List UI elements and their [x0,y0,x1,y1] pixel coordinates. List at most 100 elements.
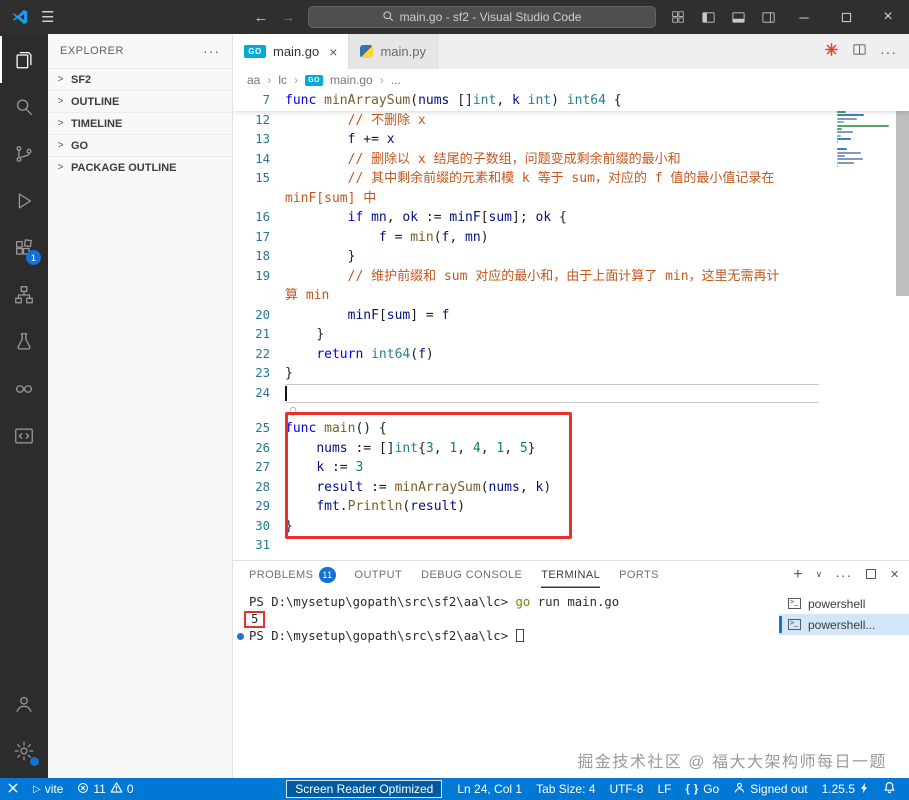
sidebar-section-go[interactable]: > GO [48,134,232,156]
close-tab-icon[interactable]: × [329,44,337,60]
split-editor-icon[interactable] [852,42,867,62]
sidebar-section-package-outline[interactable]: > PACKAGE OUTLINE [48,156,232,178]
notification-burst-icon[interactable] [824,42,839,62]
toggle-panel-icon[interactable] [723,0,753,34]
terminal-line[interactable]: PS D:\mysetup\gopath\src\sf2\aa\lc> go r… [237,594,779,611]
status-version[interactable]: 1.25.5 [815,778,876,800]
close-panel-icon[interactable]: × [890,566,899,583]
panel-tab-debug-console[interactable]: DEBUG CONSOLE [421,561,522,588]
menu-icon[interactable]: ☰ [41,8,54,26]
terminal-line[interactable]: PS D:\mysetup\gopath\src\sf2\aa\lc> [237,628,779,645]
panel-more-actions-icon[interactable]: ··· [835,567,852,583]
code-line[interactable]: 29 fmt.Println(result) [233,497,909,517]
code-line[interactable]: minF[sum] 中 [233,189,909,209]
status-remote[interactable] [0,778,26,800]
editor-area: GO main.go × main.py ··· aa › lc › GO main.go ›..… [233,34,909,778]
search-sidebar-icon[interactable] [0,83,48,130]
infinity-icon[interactable] [0,365,48,412]
panel-tab-problems[interactable]: PROBLEMS 11 [249,561,336,588]
status-eol[interactable]: LF [650,778,678,800]
code-window-icon[interactable] [0,412,48,459]
breadcrumb-item[interactable]: ... [391,73,401,87]
minimap-line [837,127,842,130]
terminal-output[interactable]: PS D:\mysetup\gopath\src\sf2\aa\lc> go r… [233,588,779,778]
breadcrumb-item[interactable]: aa [247,73,260,87]
code-line[interactable]: 16 if mn, ok := minF[sum]; ok { [233,208,909,228]
code-line[interactable]: 算 min [233,286,909,306]
terminal-cursor [515,628,524,642]
code-line[interactable]: 27 k := 3 [233,458,909,478]
status-encoding[interactable]: UTF-8 [602,778,650,800]
sidebar-section-timeline[interactable]: > TIMELINE [48,112,232,134]
status-language[interactable]: { } Go [678,778,726,800]
tab-main.go[interactable]: GO main.go × [233,34,350,69]
code-line[interactable]: 26 nums := []int{3, 1, 4, 1, 5} [233,439,909,459]
breadcrumb-item[interactable]: lc [278,73,287,87]
lightbulb-icon[interactable] [288,406,298,421]
code-line[interactable]: 23} [233,364,909,384]
status-run-task[interactable]: ▷ vite [26,778,70,800]
code-line[interactable]: 28 result := minArraySum(nums, k) [233,478,909,498]
run-debug-icon[interactable] [0,177,48,224]
new-terminal-icon[interactable]: + [793,566,802,584]
terminal-tab[interactable]: >_ powershell [779,593,909,614]
editor-scrollbar[interactable] [896,91,909,296]
panel-tab-label: PORTS [619,568,659,581]
panel-tab-label: OUTPUT [354,568,403,581]
status-cursor-position[interactable]: Ln 24, Col 1 [450,778,529,800]
terminal-line[interactable]: 5 [237,610,779,628]
code-line[interactable]: 30} [233,517,909,537]
code-line[interactable]: 31 [233,536,909,556]
code-line[interactable]: 20 minF[sum] = f [233,306,909,326]
close-button[interactable]: × [867,0,909,34]
code-line[interactable]: 25 func main() { [233,419,909,439]
line-number: 7 [262,93,270,107]
tab-main.py[interactable]: main.py [349,34,438,69]
code-line[interactable]: 15 // 其中剩余前缀的元素和模 k 等于 sum，对应的 f 值的最小值记录… [233,169,909,189]
code-line[interactable]: 19 // 维护前缀和 sum 对应的最小和，由于上面计算了 min，这里无需再… [233,267,909,287]
back-arrow-icon[interactable]: ← [254,9,269,26]
code-line[interactable]: 18 } [233,247,909,267]
sidebar-section-sf2[interactable]: > SF2 [48,68,232,90]
command-center-search[interactable]: main.go - sf2 - Visual Studio Code [307,6,656,28]
editor-more-actions-icon[interactable]: ··· [880,44,897,60]
account-icon[interactable] [0,680,48,727]
code-line[interactable]: 12 // 不删除 x [233,111,909,131]
minimize-button[interactable]: ─ [783,0,825,34]
line-number: 17 [255,229,270,244]
settings-gear-icon[interactable] [0,727,48,774]
panel-tab-terminal[interactable]: TERMINAL [541,561,600,588]
status-account[interactable]: Signed out [726,778,814,800]
terminal-dropdown-icon[interactable]: ∨ [816,569,823,580]
explorer-icon[interactable] [0,36,48,83]
code-line[interactable]: 17 f = min(f, mn) [233,228,909,248]
source-control-icon[interactable] [0,130,48,177]
sidebar-section-outline[interactable]: > OUTLINE [48,90,232,112]
code-editor[interactable]: 7 func minArraySum(nums []int, k int) int… [233,91,909,560]
code-line[interactable]: 13 f += x [233,130,909,150]
status-screen-reader[interactable]: Screen Reader Optimized [286,780,443,798]
status-problems[interactable]: 11 0 [70,778,140,800]
maximize-button[interactable] [825,0,867,34]
toggle-sidebar-icon[interactable] [693,0,723,34]
flowchart-icon[interactable] [0,271,48,318]
status-indentation[interactable]: Tab Size: 4 [529,778,602,800]
sticky-line[interactable]: 7 func minArraySum(nums []int, k int) int… [233,91,909,111]
status-notifications[interactable] [876,778,903,800]
panel-tab-ports[interactable]: PORTS [619,561,659,588]
forward-arrow-icon[interactable]: → [281,9,296,26]
extensions-icon[interactable]: 1 [0,224,48,271]
code-line[interactable]: 21 } [233,325,909,345]
breadcrumb-item[interactable]: main.go [330,73,373,87]
more-actions-icon[interactable]: ··· [203,43,220,59]
maximize-panel-icon[interactable] [865,567,877,583]
code-line[interactable]: 24 [233,383,909,403]
code-line[interactable]: 14 // 删除以 x 结尾的子数组，问题变成剩余前缀的最小和 [233,150,909,170]
chevron-right-icon: > [57,74,64,85]
panel-tab-output[interactable]: OUTPUT [355,561,403,588]
toggle-secondary-sidebar-icon[interactable] [753,0,783,34]
terminal-tab[interactable]: >_ powershell... [779,614,909,635]
beaker-icon[interactable] [0,318,48,365]
customize-layout-icon[interactable] [663,0,693,34]
code-line[interactable]: 22 return int64(f) [233,345,909,365]
